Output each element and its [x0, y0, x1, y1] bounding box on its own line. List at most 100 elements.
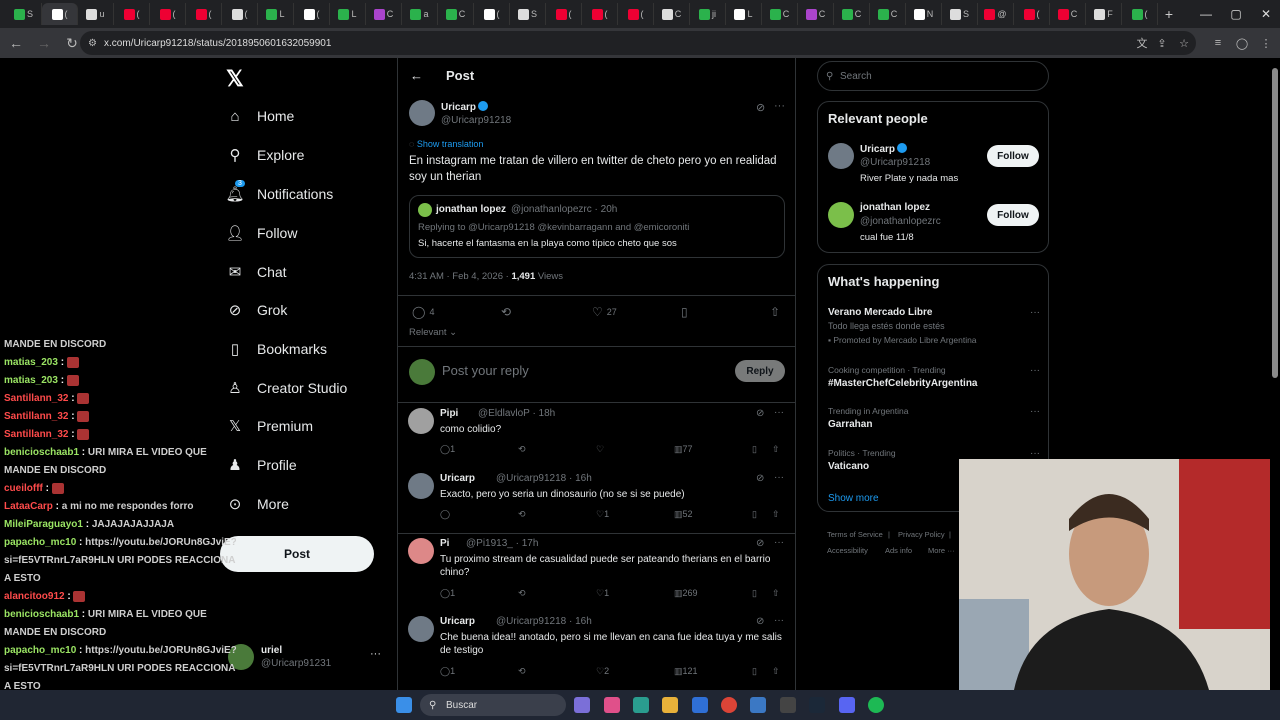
app-icon[interactable] [750, 697, 766, 713]
browser-tab[interactable]: ( [1122, 3, 1158, 25]
avatar[interactable] [408, 538, 434, 564]
reply-action[interactable]: ◯ 4 [412, 305, 434, 319]
browser-tab[interactable]: ( [474, 3, 510, 25]
browser-tab[interactable]: C [762, 3, 798, 25]
browser-tab[interactable]: ( [150, 3, 186, 25]
grok-icon[interactable]: ⊘ [756, 101, 765, 114]
browser-tab[interactable]: C [870, 3, 906, 25]
like-action[interactable]: ♡ 27 [592, 305, 617, 319]
nav-chat[interactable]: ✉ Chat [226, 257, 287, 287]
bookmark-star-icon[interactable]: ☆ [1174, 33, 1194, 53]
bookmark-icon[interactable]: ▯ [752, 444, 757, 455]
footer-link[interactable]: Accessibility [827, 546, 868, 555]
spotify-icon[interactable] [868, 697, 884, 713]
windows-start-icon[interactable] [396, 697, 412, 713]
footer-link[interactable]: Ads info [885, 546, 912, 555]
browser-tab[interactable]: ( [222, 3, 258, 25]
store-icon[interactable] [692, 697, 708, 713]
scrollbar-thumb[interactable] [1272, 68, 1278, 378]
reply-input[interactable]: Post your reply [442, 363, 529, 378]
share-icon[interactable]: ⇧ [772, 444, 780, 455]
person-name[interactable]: Uricarp [860, 143, 908, 155]
browser-tab[interactable]: C [438, 3, 474, 25]
trend-item[interactable]: Trending in Argentina Garrahan ··· [828, 406, 1040, 430]
browser-tab[interactable]: ji [690, 3, 726, 25]
trend-item[interactable]: Cooking competition · Trending #MasterCh… [828, 365, 1040, 389]
reply-action[interactable]: ◯ 1 [440, 588, 455, 599]
back-icon[interactable]: ← [4, 31, 28, 55]
new-tab-icon[interactable]: + [1158, 3, 1180, 25]
browser-tab[interactable]: S [510, 3, 546, 25]
trend-item[interactable]: Verano Mercado Libre Todo llega estés do… [828, 307, 1040, 345]
browser-tab[interactable]: F [1086, 3, 1122, 25]
browser-tab[interactable]: C [834, 3, 870, 25]
repost-icon[interactable]: ⟲ [518, 444, 526, 455]
views-action[interactable]: ▥ 52 [674, 509, 693, 520]
footer-link[interactable]: Privacy Policy [898, 530, 945, 539]
nav-bookmarks[interactable]: ▯ Bookmarks [226, 334, 327, 364]
reply-author[interactable]: Pipi [440, 408, 458, 419]
more-dots-icon[interactable]: ··· [774, 537, 784, 548]
browser-tab[interactable]: ( [42, 3, 78, 25]
teams-icon[interactable] [574, 697, 590, 713]
avatar[interactable] [828, 202, 854, 228]
author-avatar[interactable] [409, 100, 435, 126]
browser-tab[interactable]: @ [978, 3, 1014, 25]
discord-icon[interactable] [839, 697, 855, 713]
author-handle[interactable]: @Uricarp91218 [441, 115, 511, 126]
browser-tab[interactable]: ( [294, 3, 330, 25]
search-input[interactable]: ⚲ Search [817, 61, 1049, 91]
grok-icon[interactable]: ⊘ [756, 473, 764, 484]
repost-icon[interactable]: ⟲ [518, 509, 526, 520]
more-dots-icon[interactable]: ··· [1030, 365, 1040, 376]
more-dots-icon[interactable]: ··· [1030, 406, 1040, 417]
browser-tab[interactable]: a [402, 3, 438, 25]
repost-action[interactable]: ⟲ [501, 305, 511, 319]
copilot-icon[interactable] [604, 697, 620, 713]
menu-icon[interactable]: ⋮ [1256, 33, 1276, 53]
reply-action[interactable]: ◯ 1 [440, 666, 455, 677]
grok-icon[interactable]: ⊘ [756, 538, 764, 549]
reply-author[interactable]: Pi [440, 538, 449, 549]
extensions-icon[interactable]: ≡ [1208, 33, 1228, 53]
more-dots-icon[interactable]: ··· [774, 407, 784, 418]
reply-action[interactable]: ◯ [440, 509, 450, 520]
more-dots-icon[interactable]: ··· [774, 100, 785, 112]
avatar[interactable] [408, 408, 434, 434]
bookmark-action[interactable]: ▯ [681, 305, 688, 319]
reply-action[interactable]: ◯ 1 [440, 444, 455, 455]
like-action[interactable]: ♡ [596, 444, 604, 455]
reply-author[interactable]: Uricarp [440, 616, 475, 627]
browser-tab[interactable]: C [654, 3, 690, 25]
file-explorer-icon[interactable] [662, 697, 678, 713]
site-info-icon[interactable]: ⚙ [88, 38, 97, 49]
chrome-icon[interactable] [721, 697, 737, 713]
nav-grok[interactable]: ⊘ Grok [226, 295, 288, 325]
browser-tab[interactable]: C [798, 3, 834, 25]
show-translation-link[interactable]: ◌ Show translation [409, 139, 483, 149]
grok-icon[interactable]: ⊘ [756, 408, 764, 419]
x-logo-icon[interactable]: 𝕏 [226, 66, 244, 92]
nav-follow[interactable]: 👤︎ Follow [225, 218, 297, 248]
avatar[interactable] [408, 473, 434, 499]
url-input[interactable]: ⚙ x.com/Uricarp91218/status/201895060163… [80, 31, 1196, 55]
browser-tab[interactable]: ( [186, 3, 222, 25]
browser-tab[interactable]: L [258, 3, 294, 25]
more-dots-icon[interactable]: ··· [1030, 307, 1040, 318]
repost-icon[interactable]: ⟲ [518, 666, 526, 677]
bookmark-icon[interactable]: ▯ [752, 666, 757, 677]
install-icon[interactable]: ⇪ [1152, 33, 1172, 53]
share-icon[interactable]: ⇧ [772, 509, 780, 520]
nav-explore[interactable]: ⚲ Explore [226, 140, 305, 170]
views-action[interactable]: ▥ 77 [674, 444, 693, 455]
nav-profile[interactable]: ♟ Profile [226, 450, 296, 480]
reply-author[interactable]: Uricarp [440, 473, 475, 484]
page-scrollbar[interactable] [1270, 58, 1280, 690]
avatar[interactable] [408, 616, 434, 642]
browser-tab[interactable]: N [906, 3, 942, 25]
person-name[interactable]: jonathan lopez [860, 202, 930, 213]
reply-button[interactable]: Reply [735, 360, 785, 382]
browser-tab[interactable]: S [6, 3, 42, 25]
follow-button[interactable]: Follow [987, 204, 1039, 226]
edge-icon[interactable] [633, 697, 649, 713]
